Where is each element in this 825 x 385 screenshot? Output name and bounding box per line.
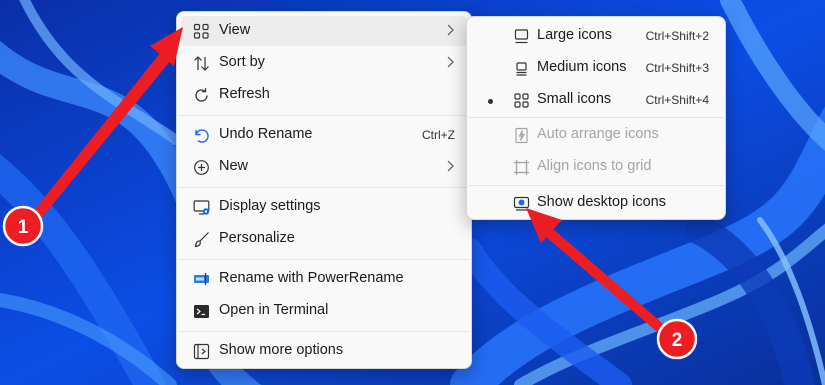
menu-separator: [468, 117, 724, 118]
undo-icon: [193, 127, 210, 144]
menu-separator: [178, 115, 470, 116]
menu-item-personalize[interactable]: Personalize: [181, 224, 467, 254]
menu-separator: [178, 259, 470, 260]
menu-item-powerrename[interactable]: Rename with PowerRename: [181, 264, 467, 294]
menu-item-label: Undo Rename: [219, 126, 313, 142]
menu-item-label: Sort by: [219, 54, 265, 70]
view-submenu: Large icons Ctrl+Shift+2 Medium icons Ct…: [466, 16, 726, 220]
chevron-right-icon: [445, 160, 455, 172]
submenu-item-label: Show desktop icons: [537, 194, 666, 210]
menu-item-label: View: [219, 22, 251, 38]
chevron-right-icon: [445, 24, 455, 36]
refresh-icon: [193, 87, 210, 104]
shortcut-label: Ctrl+Shift+3: [645, 61, 709, 75]
menu-item-sort-by[interactable]: Sort by: [181, 48, 467, 78]
submenu-item-label: Large icons: [537, 27, 612, 43]
submenu-item-label: Align icons to grid: [537, 158, 652, 174]
menu-item-refresh[interactable]: Refresh: [181, 80, 467, 110]
menu-item-label: Show more options: [219, 342, 344, 358]
sort-icon: [193, 55, 210, 72]
menu-item-new[interactable]: New: [181, 152, 467, 182]
more-options-icon: [193, 343, 210, 360]
small-icons-icon: [513, 92, 530, 109]
menu-item-label: New: [219, 158, 249, 174]
powerrename-icon: [193, 271, 210, 288]
desktop-context-menu: View Sort by Refresh Undo Rename Ctrl+Z …: [176, 11, 472, 369]
submenu-item-small-icons[interactable]: Small icons Ctrl+Shift+4: [471, 85, 721, 115]
shortcut-label: Ctrl+Shift+2: [645, 29, 709, 43]
menu-item-label: Display settings: [219, 198, 321, 214]
submenu-item-large-icons[interactable]: Large icons Ctrl+Shift+2: [471, 21, 721, 51]
submenu-item-label: Small icons: [537, 91, 612, 107]
menu-item-show-more-options[interactable]: Show more options: [181, 336, 467, 366]
auto-arrange-icon: [513, 127, 530, 144]
display-settings-icon: [193, 199, 210, 216]
submenu-item-auto-arrange[interactable]: Auto arrange icons: [471, 120, 721, 150]
shortcut-label: Ctrl+Shift+4: [645, 93, 709, 107]
submenu-item-label: Auto arrange icons: [537, 126, 659, 142]
menu-separator: [468, 185, 724, 186]
medium-icons-icon: [513, 60, 530, 77]
terminal-icon: [193, 303, 210, 320]
menu-item-display-settings[interactable]: Display settings: [181, 192, 467, 222]
menu-item-label: Personalize: [219, 230, 295, 246]
menu-item-label: Open in Terminal: [219, 302, 329, 318]
show-desktop-icon: [513, 195, 530, 212]
submenu-item-medium-icons[interactable]: Medium icons Ctrl+Shift+3: [471, 53, 721, 83]
menu-item-view[interactable]: View: [181, 16, 467, 46]
menu-item-open-terminal[interactable]: Open in Terminal: [181, 296, 467, 326]
grid-icon: [193, 23, 210, 40]
menu-item-label: Rename with PowerRename: [219, 270, 404, 286]
chevron-right-icon: [445, 56, 455, 68]
plus-circle-icon: [193, 159, 210, 176]
selected-bullet-icon: [488, 99, 493, 104]
menu-item-undo-rename[interactable]: Undo Rename Ctrl+Z: [181, 120, 467, 150]
shortcut-label: Ctrl+Z: [422, 128, 455, 142]
brush-icon: [193, 231, 210, 248]
submenu-item-align-grid[interactable]: Align icons to grid: [471, 152, 721, 182]
align-grid-icon: [513, 159, 530, 176]
submenu-item-label: Medium icons: [537, 59, 627, 75]
large-icons-icon: [513, 28, 530, 45]
submenu-item-show-desktop-icons[interactable]: Show desktop icons: [471, 188, 721, 218]
menu-item-label: Refresh: [219, 86, 270, 102]
menu-separator: [178, 331, 470, 332]
menu-separator: [178, 187, 470, 188]
